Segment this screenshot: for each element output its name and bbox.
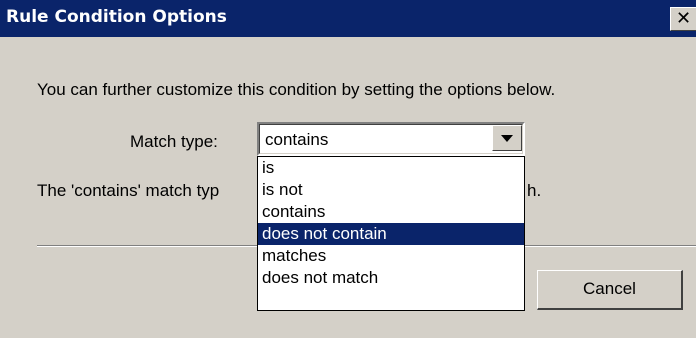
close-icon: ✕ [676,8,692,29]
intro-text: You can further customize this condition… [37,80,556,99]
match-type-select[interactable]: contains [257,122,525,156]
dropdown-arrow-button[interactable] [492,125,522,151]
match-type-value: contains [265,130,329,149]
dropdown-option-is[interactable]: is [258,157,524,179]
match-description-text: The 'contains' match typ [37,181,220,200]
cancel-button[interactable]: Cancel [537,270,683,310]
rule-condition-options-dialog: Rule Condition Options ✕ You can further… [0,0,696,338]
dialog-title: Rule Condition Options [6,7,227,27]
dropdown-option-matches[interactable]: matches [258,245,524,267]
chevron-down-icon [501,135,513,142]
dropdown-option-is-not[interactable]: is not [258,179,524,201]
match-description-text-end: h. [527,181,542,200]
match-type-label: Match type: [130,132,218,151]
close-button[interactable]: ✕ [670,7,696,31]
dropdown-option-contains[interactable]: contains [258,201,524,223]
title-bar: Rule Condition Options ✕ [0,0,696,37]
dropdown-option-does-not-contain[interactable]: does not contain [258,223,524,245]
dropdown-option-does-not-match[interactable]: does not match [258,267,524,289]
match-type-dropdown-list: is is not contains does not contain matc… [257,156,525,311]
